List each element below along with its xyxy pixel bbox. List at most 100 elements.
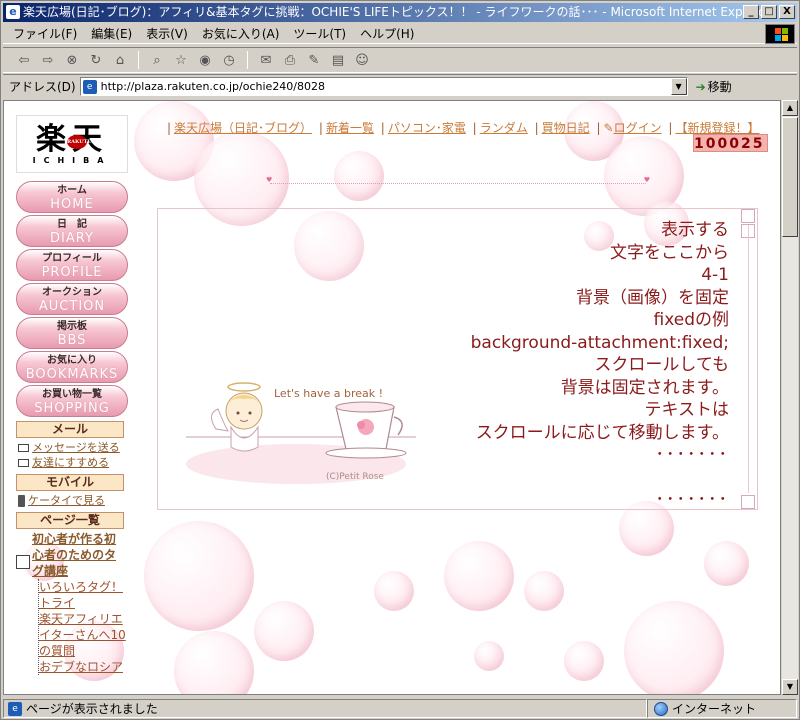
mail-section-title: メール: [16, 421, 124, 438]
panel-line: 文字をここから: [610, 242, 729, 263]
svg-text:Let's have a break !: Let's have a break !: [274, 387, 383, 400]
forward-icon[interactable]: ⇨: [39, 51, 57, 69]
internet-zone-icon: [654, 701, 668, 716]
page-sub-link[interactable]: おデブなロシア: [39, 659, 128, 675]
browser-window: e 楽天広場(日記･ブログ)：アフィリ&基本タグに挑戦：OCHIE'S LIFE…: [0, 0, 800, 720]
nav-link-register[interactable]: 【新規登録！】: [675, 121, 759, 135]
menu-edit[interactable]: 編集(E): [91, 25, 132, 42]
rakuten-badge: RAKUTEN: [67, 134, 96, 149]
pencil-icon: ✎: [603, 121, 614, 135]
favorites-icon[interactable]: ☆: [172, 51, 190, 69]
send-message-link[interactable]: メッセージを送る: [16, 440, 128, 455]
panel-line: 背景は固定されます。: [560, 377, 729, 398]
rakuten-logo[interactable]: 楽天RAKUTEN ICHIBA: [16, 115, 128, 173]
media-icon[interactable]: ◉: [196, 51, 214, 69]
menu-tools[interactable]: ツール(T): [293, 25, 346, 42]
mail-icon[interactable]: ✉: [257, 51, 275, 69]
nav-profile-button[interactable]: プロフィール PROFILE: [16, 249, 128, 281]
panel-scrollbar[interactable]: [741, 209, 757, 509]
scroll-panel[interactable]: Let's have a break ! (C)Petit Rose 表示する …: [157, 208, 758, 510]
scroll-thumb[interactable]: [782, 117, 798, 237]
page-done-icon: e: [8, 701, 22, 716]
panel-line: background-attachment:fixed;: [470, 332, 729, 353]
ie-icon: e: [6, 5, 20, 19]
toolbar: ⇦ ⇨ ⊗ ↻ ⌂ ⌕ ☆ ◉ ◷ ✉ ⎙ ✎ ▤ ☺: [3, 47, 797, 73]
status-bar: e ページが表示されました インターネット: [3, 698, 797, 719]
scroll-down-arrow-icon[interactable]: ▼: [782, 679, 798, 695]
scroll-up-arrow-icon[interactable]: ▲: [782, 100, 798, 116]
nav-link-plaza[interactable]: 楽天広場（日記･ブログ）: [174, 121, 312, 135]
page-viewport[interactable]: 楽天RAKUTEN ICHIBA ホームHOME 日 記DIARY プロフィール…: [3, 100, 781, 695]
pages-section-title: ページ一覧: [16, 512, 124, 529]
page-main-link[interactable]: 初心者が作る初心者のためのタグ講座: [32, 531, 122, 579]
nav-shopping-list-button[interactable]: お買い物一覧SHOPPING LIST: [16, 385, 128, 417]
svg-text:(C)Petit Rose: (C)Petit Rose: [326, 472, 384, 482]
windows-logo-icon: [765, 24, 795, 44]
zone-text: インターネット: [672, 702, 757, 716]
page-sub-link[interactable]: 楽天アフィリエイターさんへ10の質問: [39, 611, 128, 659]
nav-auction-button[interactable]: オークション AUCTION: [16, 283, 128, 315]
nav-link-new[interactable]: 新着一覧: [326, 121, 374, 135]
panel-line: fixedの例: [653, 310, 730, 330]
print-icon[interactable]: ⎙: [281, 51, 299, 69]
page-sub-list: いろいろタグ！トライ 楽天アフィリエイターさんへ10の質問 おデブなロシア: [38, 579, 128, 675]
nav-home-button[interactable]: ホーム HOME: [16, 181, 128, 213]
nav-link-shopping[interactable]: 買物日記: [542, 121, 590, 135]
visitor-counter: 100025: [693, 134, 768, 152]
menu-favorites[interactable]: お気に入り(A): [202, 25, 280, 42]
panel-line: 背景（画像）を固定: [576, 287, 729, 308]
angel-teacup-image: Let's have a break ! (C)Petit Rose: [186, 382, 416, 484]
go-arrow-icon: ➔: [695, 79, 706, 94]
page-icon: e: [82, 79, 97, 94]
panel-line: テキストは: [644, 400, 730, 420]
mobile-link[interactable]: ケータイで見る: [16, 493, 128, 508]
stop-icon[interactable]: ⊗: [63, 51, 81, 69]
panel-dots: ･･･････: [655, 445, 729, 465]
go-button[interactable]: ➔ 移動: [696, 78, 732, 95]
back-icon[interactable]: ⇦: [15, 51, 33, 69]
close-button[interactable]: X: [779, 5, 795, 19]
nav-diary-button[interactable]: 日 記 DIARY: [16, 215, 128, 247]
address-label: アドレス(D): [9, 80, 76, 94]
menu-view[interactable]: 表示(V): [146, 25, 188, 42]
address-url: http://plaza.rakuten.co.jp/ochie240/8028: [100, 80, 326, 93]
panel-line: 4-1: [701, 265, 729, 285]
recommend-friend-link[interactable]: 友達にすすめる: [16, 455, 128, 470]
panel-line: スクロールしても: [594, 355, 729, 375]
home-icon[interactable]: ⌂: [111, 51, 129, 69]
panel-dots: ･･･････: [655, 489, 729, 510]
nav-bbs-button[interactable]: 掲示板 BBS: [16, 317, 128, 349]
panel-line: 表示する: [661, 220, 729, 240]
minimize-button[interactable]: _: [743, 5, 759, 19]
menu-file[interactable]: ファイル(F): [13, 25, 77, 42]
notebook-icon: [16, 555, 30, 569]
panel-scroll-up[interactable]: [741, 209, 755, 223]
page-scrollbar[interactable]: ▲ ▼: [781, 100, 798, 695]
address-bar: アドレス(D) e http://plaza.rakuten.co.jp/och…: [3, 74, 797, 98]
mobile-phone-icon: [18, 494, 25, 507]
window-title: 楽天広場(日記･ブログ)：アフィリ&基本タグに挑戦：OCHIE'S LIFEトピ…: [23, 5, 771, 19]
mobile-section-title: モバイル: [16, 474, 124, 491]
messenger-icon[interactable]: ☺: [353, 51, 371, 69]
nav-link-random[interactable]: ランダム: [480, 121, 528, 135]
panel-scroll-down[interactable]: [741, 495, 755, 509]
edit-icon[interactable]: ✎: [305, 51, 323, 69]
panel-text: 表示する 文字をここから 4-1 背景（画像）を固定 fixedの例 backg…: [409, 219, 729, 511]
heart-divider: [266, 176, 650, 184]
menu-bar: ファイル(F) 編集(E) 表示(V) お気に入り(A) ツール(T) ヘルプ(…: [3, 24, 797, 44]
address-dropdown[interactable]: ▼: [670, 78, 687, 95]
search-icon[interactable]: ⌕: [148, 51, 166, 69]
sidebar: 楽天RAKUTEN ICHIBA ホームHOME 日 記DIARY プロフィール…: [16, 115, 128, 675]
nav-link-login[interactable]: ログイン: [614, 121, 662, 135]
menu-help[interactable]: ヘルプ(H): [360, 25, 414, 42]
refresh-icon[interactable]: ↻: [87, 51, 105, 69]
nav-bookmarks-button[interactable]: お気に入り BOOKMARKS: [16, 351, 128, 383]
panel-line: スクロールに応じて移動します。: [475, 422, 729, 443]
address-input[interactable]: e http://plaza.rakuten.co.jp/ochie240/80…: [79, 77, 688, 96]
page-sub-link[interactable]: いろいろタグ！トライ: [39, 579, 128, 611]
top-navigation: | 楽天広場（日記･ブログ） | 新着一覧 | パソコン･家電 | ランダム | 買物日記…: [167, 121, 760, 135]
discuss-icon[interactable]: ▤: [329, 51, 347, 69]
nav-link-pc[interactable]: パソコン･家電: [388, 121, 466, 135]
history-icon[interactable]: ◷: [220, 51, 238, 69]
maximize-button[interactable]: □: [761, 5, 777, 19]
